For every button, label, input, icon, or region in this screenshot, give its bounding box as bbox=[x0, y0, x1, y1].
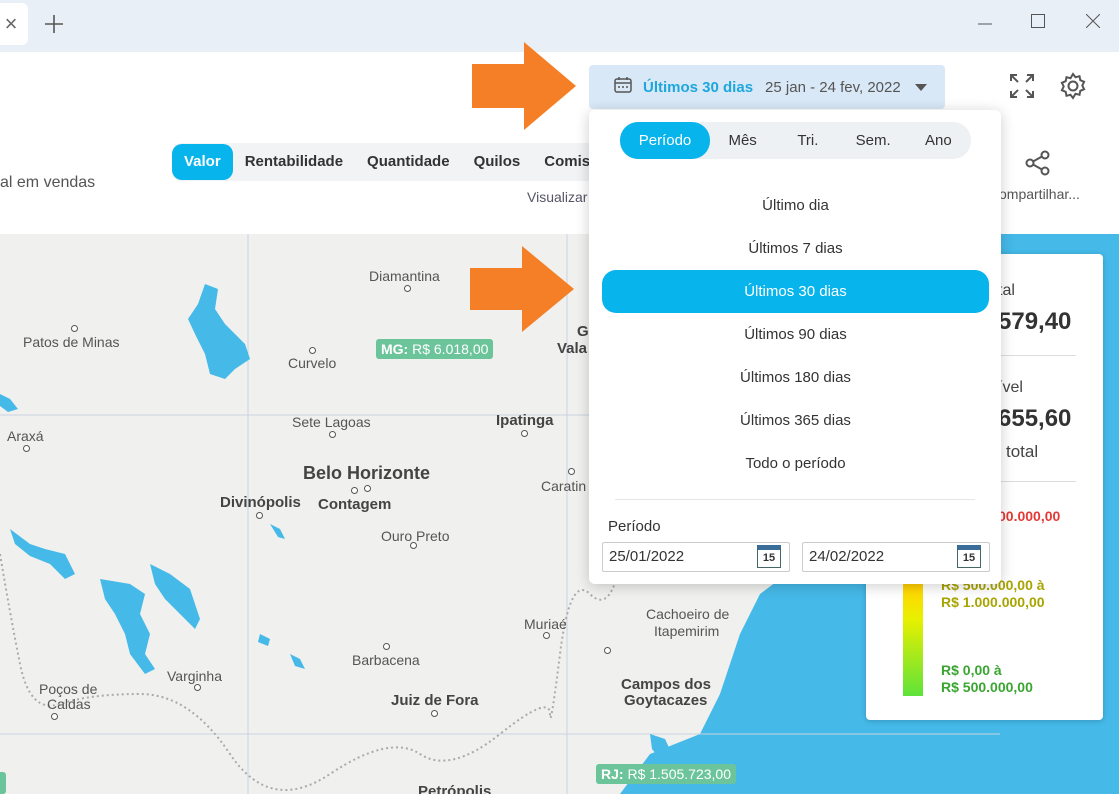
city-label: Divinópolis bbox=[220, 494, 301, 511]
fullscreen-icon[interactable] bbox=[1008, 72, 1036, 100]
chevron-down-icon bbox=[914, 83, 927, 91]
legend-tier-low-a: R$ 0,00 à bbox=[941, 662, 1002, 678]
minimize-icon[interactable] bbox=[972, 8, 998, 34]
tab-quantidade[interactable]: Quantidade bbox=[355, 144, 462, 180]
tab-rentabilidade[interactable]: Rentabilidade bbox=[233, 144, 355, 180]
city-label: Caratin bbox=[541, 478, 587, 494]
city-label: Araxá bbox=[7, 428, 44, 444]
badge-state: MG: bbox=[381, 341, 409, 357]
city-marker bbox=[351, 487, 358, 494]
segment-sem[interactable]: Sem. bbox=[841, 122, 906, 159]
city-marker bbox=[404, 285, 411, 292]
maximize-icon[interactable] bbox=[1025, 8, 1051, 34]
city-label: Sete Lagoas bbox=[292, 414, 371, 430]
city-label: Campos dos bbox=[621, 676, 712, 693]
city-marker bbox=[431, 710, 438, 717]
city-marker bbox=[51, 713, 58, 720]
date-range-button[interactable]: Últimos 30 dias 25 jan - 24 fev, 2022 bbox=[589, 65, 945, 109]
date-range-dropdown: Período Mês Tri. Sem. Ano Último dia Últ… bbox=[589, 110, 1001, 584]
city-label: Contagem bbox=[318, 496, 392, 513]
date-range-value: 25 jan - 24 fev, 2022 bbox=[765, 78, 901, 96]
segment-ano[interactable]: Ano bbox=[906, 122, 971, 159]
period-type-segmented: Período Mês Tri. Sem. Ano bbox=[620, 122, 971, 159]
legend-tier-top: 00.000,00 bbox=[998, 508, 1061, 524]
gear-icon[interactable] bbox=[1058, 71, 1088, 101]
city-label: Muriaé bbox=[524, 616, 567, 632]
option-ultimos-7-dias[interactable]: Últimos 7 dias bbox=[602, 227, 989, 270]
option-todo-periodo[interactable]: Todo o período bbox=[602, 442, 989, 485]
city-label: Varginha bbox=[167, 668, 223, 684]
state-badge-partial[interactable] bbox=[0, 772, 6, 794]
legend-tier-mid-b: R$ 1.000.000,00 bbox=[941, 594, 1045, 610]
badge-value: R$ 6.018,00 bbox=[412, 341, 489, 357]
city-label: Diamantina bbox=[369, 268, 440, 284]
legend-value-2: 655,60 bbox=[998, 405, 1072, 432]
end-date-calendar-icon[interactable]: 15 bbox=[957, 545, 981, 568]
share-icon[interactable] bbox=[1024, 149, 1052, 177]
start-date-calendar-icon[interactable]: 15 bbox=[757, 545, 781, 568]
tab-quilos[interactable]: Quilos bbox=[462, 144, 533, 180]
city-label: Vala bbox=[557, 340, 588, 357]
city-label: Itapemirim bbox=[654, 623, 720, 639]
dropdown-divider bbox=[615, 499, 975, 500]
option-ultimo-dia[interactable]: Último dia bbox=[602, 184, 989, 227]
city-marker bbox=[309, 347, 316, 354]
city-marker bbox=[604, 647, 611, 654]
browser-tab[interactable]: × bbox=[0, 3, 28, 45]
city-marker bbox=[23, 445, 30, 452]
visualizar-link[interactable]: Visualizar bbox=[527, 189, 587, 205]
city-marker bbox=[543, 632, 550, 639]
city-label: Caldas bbox=[47, 696, 91, 712]
legend-tier-low-b: R$ 500.000,00 bbox=[941, 679, 1033, 695]
city-marker bbox=[364, 485, 371, 492]
city-marker bbox=[194, 684, 201, 691]
city-label: Petrópolis bbox=[418, 783, 492, 794]
state-badge-mg[interactable]: MG: R$ 6.018,00 bbox=[376, 339, 494, 359]
city-label: Curvelo bbox=[288, 355, 337, 371]
option-ultimos-90-dias[interactable]: Últimos 90 dias bbox=[602, 313, 989, 356]
page-subtitle: al em vendas bbox=[0, 174, 96, 191]
segment-tri[interactable]: Tri. bbox=[775, 122, 840, 159]
city-label: Juiz de Fora bbox=[391, 692, 479, 709]
city-label: Poços de bbox=[39, 681, 98, 697]
city-label: Barbacena bbox=[352, 652, 420, 668]
date-range-label: Últimos 30 dias bbox=[643, 78, 754, 96]
share-label[interactable]: ompartilhar... bbox=[999, 186, 1080, 202]
city-marker bbox=[256, 512, 263, 519]
tab-close-icon[interactable]: × bbox=[5, 11, 18, 37]
city-marker bbox=[521, 430, 528, 437]
tab-valor[interactable]: Valor bbox=[172, 144, 233, 180]
state-badge-rj[interactable]: RJ: R$ 1.505.723,00 bbox=[596, 764, 736, 784]
city-label: Goytacazes bbox=[624, 692, 708, 709]
badge-state: RJ: bbox=[601, 766, 624, 782]
option-ultimos-365-dias[interactable]: Últimos 365 dias bbox=[602, 399, 989, 442]
city-marker bbox=[410, 542, 417, 549]
option-ultimos-30-dias[interactable]: Últimos 30 dias bbox=[602, 270, 989, 313]
calendar-icon bbox=[613, 75, 633, 100]
badge-value: R$ 1.505.723,00 bbox=[627, 766, 731, 782]
legend-label-3: total bbox=[1006, 442, 1039, 461]
city-label: Patos de Minas bbox=[23, 334, 120, 350]
annotation-arrow-icon bbox=[470, 246, 574, 332]
new-tab-icon[interactable] bbox=[43, 13, 65, 35]
city-marker bbox=[568, 468, 575, 475]
city-label: Ipatinga bbox=[496, 412, 554, 429]
metric-tabs: Valor Rentabilidade Quantidade Quilos Co… bbox=[172, 143, 620, 181]
annotation-arrow-icon bbox=[472, 42, 576, 130]
legend-label-2: ível bbox=[998, 379, 1023, 396]
city-marker bbox=[329, 431, 336, 438]
period-label: Período bbox=[608, 518, 661, 535]
city-label: Cachoeiro de bbox=[646, 606, 730, 622]
legend-value-total: 579,40 bbox=[998, 308, 1072, 335]
city-marker bbox=[383, 643, 390, 650]
legend-divider bbox=[998, 355, 1076, 356]
segment-periodo[interactable]: Período bbox=[620, 122, 710, 159]
close-window-icon[interactable] bbox=[1080, 8, 1106, 34]
city-label: Belo Horizonte bbox=[303, 463, 431, 483]
segment-mes[interactable]: Mês bbox=[710, 122, 775, 159]
city-marker bbox=[71, 325, 78, 332]
option-ultimos-180-dias[interactable]: Últimos 180 dias bbox=[602, 356, 989, 399]
legend-divider bbox=[998, 481, 1076, 482]
